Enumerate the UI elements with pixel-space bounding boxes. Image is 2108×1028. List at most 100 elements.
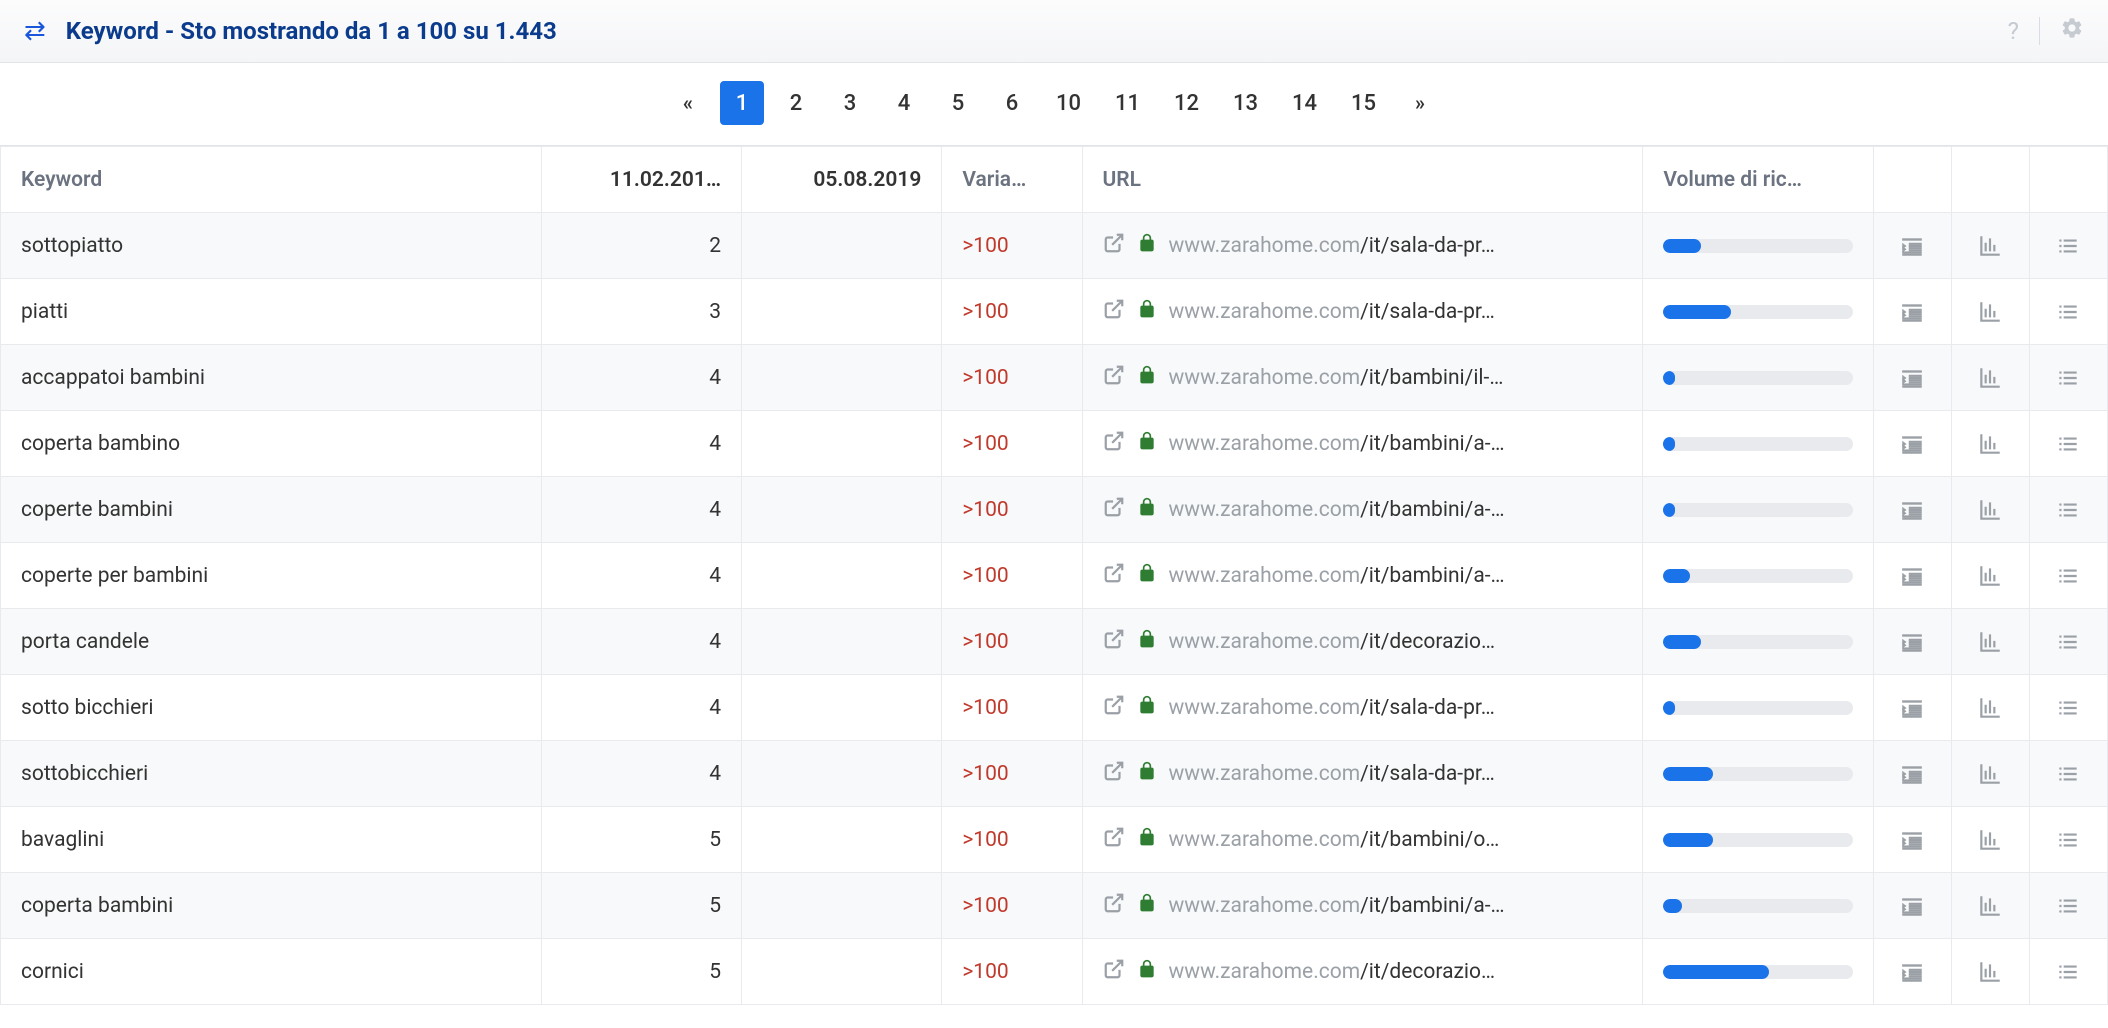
page-15[interactable]: 15	[1339, 81, 1388, 125]
url-text[interactable]: www.zarahome.com/it/decorazio…	[1169, 960, 1496, 984]
page-13[interactable]: 13	[1221, 81, 1270, 125]
chart-icon[interactable]	[1952, 741, 2029, 806]
list-icon[interactable]	[2030, 213, 2107, 278]
url-text[interactable]: www.zarahome.com/it/bambini/a-…	[1169, 564, 1505, 588]
external-link-icon[interactable]	[1103, 430, 1125, 457]
url-cell[interactable]: www.zarahome.com/it/bambini/a-…	[1083, 873, 1643, 938]
url-cell[interactable]: www.zarahome.com/it/sala-da-pr…	[1083, 213, 1643, 278]
url-text[interactable]: www.zarahome.com/it/sala-da-pr…	[1169, 696, 1495, 720]
chart-icon[interactable]	[1952, 873, 2029, 938]
url-text[interactable]: www.zarahome.com/it/bambini/a-…	[1169, 498, 1505, 522]
keyword-cell[interactable]: coperte per bambini	[1, 543, 541, 608]
gear-icon[interactable]	[2060, 16, 2084, 46]
url-text[interactable]: www.zarahome.com/it/bambini/il-…	[1169, 366, 1504, 390]
keyword-cell[interactable]: accappatoi bambini	[1, 345, 541, 410]
url-cell[interactable]: www.zarahome.com/it/bambini/il-…	[1083, 345, 1643, 410]
url-cell[interactable]: www.zarahome.com/it/bambini/a-…	[1083, 477, 1643, 542]
url-cell[interactable]: www.zarahome.com/it/sala-da-pr…	[1083, 279, 1643, 344]
external-link-icon[interactable]	[1103, 892, 1125, 919]
col-volume-header[interactable]: Volume di ric…	[1643, 147, 1872, 212]
page-12[interactable]: 12	[1162, 81, 1211, 125]
list-icon[interactable]	[2030, 675, 2107, 740]
help-icon[interactable]: ?	[2008, 17, 2019, 45]
chart-icon[interactable]	[1952, 609, 2029, 674]
indent-icon[interactable]	[1874, 477, 1951, 542]
page-10[interactable]: 10	[1044, 81, 1093, 125]
col-variation-header[interactable]: Varia…	[942, 147, 1081, 212]
url-text[interactable]: www.zarahome.com/it/bambini/a-…	[1169, 894, 1505, 918]
page-11[interactable]: 11	[1103, 81, 1152, 125]
external-link-icon[interactable]	[1103, 232, 1125, 259]
col-url-header[interactable]: URL	[1083, 147, 1643, 212]
page-next[interactable]: »	[1398, 81, 1442, 125]
list-icon[interactable]	[2030, 807, 2107, 872]
url-text[interactable]: www.zarahome.com/it/sala-da-pr…	[1169, 762, 1495, 786]
external-link-icon[interactable]	[1103, 628, 1125, 655]
col-keyword-header[interactable]: Keyword	[1, 147, 541, 212]
list-icon[interactable]	[2030, 411, 2107, 476]
page-1[interactable]: 1	[720, 81, 764, 125]
indent-icon[interactable]	[1874, 939, 1951, 1004]
chart-icon[interactable]	[1952, 345, 2029, 410]
list-icon[interactable]	[2030, 939, 2107, 1004]
external-link-icon[interactable]	[1103, 760, 1125, 787]
page-5[interactable]: 5	[936, 81, 980, 125]
page-14[interactable]: 14	[1280, 81, 1329, 125]
keyword-cell[interactable]: sotto bicchieri	[1, 675, 541, 740]
list-icon[interactable]	[2030, 477, 2107, 542]
indent-icon[interactable]	[1874, 741, 1951, 806]
external-link-icon[interactable]	[1103, 298, 1125, 325]
list-icon[interactable]	[2030, 609, 2107, 674]
keyword-cell[interactable]: sottobicchieri	[1, 741, 541, 806]
chart-icon[interactable]	[1952, 807, 2029, 872]
url-text[interactable]: www.zarahome.com/it/sala-da-pr…	[1169, 300, 1495, 324]
indent-icon[interactable]	[1874, 675, 1951, 740]
external-link-icon[interactable]	[1103, 562, 1125, 589]
external-link-icon[interactable]	[1103, 958, 1125, 985]
url-cell[interactable]: www.zarahome.com/it/sala-da-pr…	[1083, 675, 1643, 740]
chart-icon[interactable]	[1952, 543, 2029, 608]
chart-icon[interactable]	[1952, 213, 2029, 278]
keyword-cell[interactable]: coperta bambino	[1, 411, 541, 476]
indent-icon[interactable]	[1874, 411, 1951, 476]
keyword-cell[interactable]: sottopiatto	[1, 213, 541, 278]
url-cell[interactable]: www.zarahome.com/it/decorazio…	[1083, 609, 1643, 674]
chart-icon[interactable]	[1952, 939, 2029, 1004]
list-icon[interactable]	[2030, 543, 2107, 608]
indent-icon[interactable]	[1874, 873, 1951, 938]
chart-icon[interactable]	[1952, 411, 2029, 476]
keyword-cell[interactable]: piatti	[1, 279, 541, 344]
url-cell[interactable]: www.zarahome.com/it/sala-da-pr…	[1083, 741, 1643, 806]
url-cell[interactable]: www.zarahome.com/it/decorazio…	[1083, 939, 1643, 1004]
page-6[interactable]: 6	[990, 81, 1034, 125]
indent-icon[interactable]	[1874, 807, 1951, 872]
page-prev[interactable]: «	[666, 81, 710, 125]
indent-icon[interactable]	[1874, 609, 1951, 674]
indent-icon[interactable]	[1874, 279, 1951, 344]
list-icon[interactable]	[2030, 873, 2107, 938]
keyword-cell[interactable]: cornici	[1, 939, 541, 1004]
keyword-cell[interactable]: coperte bambini	[1, 477, 541, 542]
external-link-icon[interactable]	[1103, 694, 1125, 721]
url-text[interactable]: www.zarahome.com/it/bambini/a-…	[1169, 432, 1505, 456]
chart-icon[interactable]	[1952, 675, 2029, 740]
keyword-cell[interactable]: porta candele	[1, 609, 541, 674]
col-date2-header[interactable]: 05.08.2019	[742, 147, 941, 212]
page-2[interactable]: 2	[774, 81, 818, 125]
indent-icon[interactable]	[1874, 543, 1951, 608]
url-cell[interactable]: www.zarahome.com/it/bambini/a-…	[1083, 411, 1643, 476]
external-link-icon[interactable]	[1103, 496, 1125, 523]
url-cell[interactable]: www.zarahome.com/it/bambini/a-…	[1083, 543, 1643, 608]
keyword-cell[interactable]: bavaglini	[1, 807, 541, 872]
external-link-icon[interactable]	[1103, 826, 1125, 853]
url-cell[interactable]: www.zarahome.com/it/bambini/o…	[1083, 807, 1643, 872]
page-4[interactable]: 4	[882, 81, 926, 125]
col-date1-header[interactable]: 11.02.201…	[542, 147, 741, 212]
swap-icon[interactable]: ⇄	[24, 16, 46, 46]
keyword-cell[interactable]: coperta bambini	[1, 873, 541, 938]
external-link-icon[interactable]	[1103, 364, 1125, 391]
indent-icon[interactable]	[1874, 345, 1951, 410]
list-icon[interactable]	[2030, 345, 2107, 410]
chart-icon[interactable]	[1952, 477, 2029, 542]
url-text[interactable]: www.zarahome.com/it/decorazio…	[1169, 630, 1496, 654]
